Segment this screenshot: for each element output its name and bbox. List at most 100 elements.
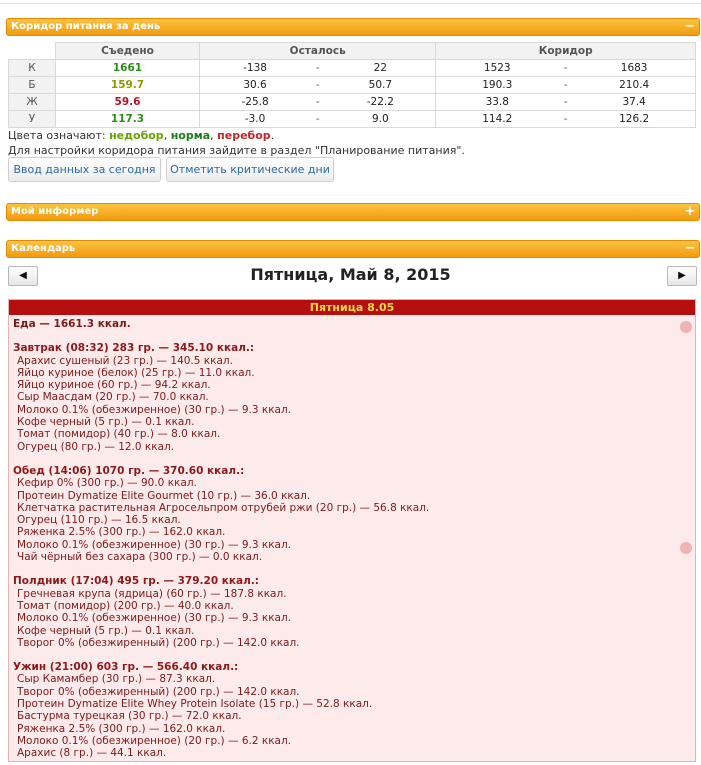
range-dash: -: [310, 59, 326, 77]
food-item: Творог 0% (обезжиренный) (200 гр.) — 142…: [17, 685, 300, 698]
range-dash: -: [310, 110, 326, 128]
calendar-panel-header[interactable]: Календарь −: [6, 240, 700, 258]
food-item: Протеин Dymatize Elite Gourmet (10 гр.) …: [17, 489, 311, 502]
settings-hint: Для настройки коридора питания зайдите в…: [8, 144, 465, 157]
informer-panel-header[interactable]: Мой информер +: [6, 203, 700, 221]
expand-icon[interactable]: +: [684, 205, 696, 218]
enter-today-button[interactable]: Ввод данных за сегодня: [8, 157, 161, 182]
corridor-min-value: 1523: [435, 59, 559, 77]
range-dash: -: [310, 93, 326, 111]
eaten-value: 117.3: [55, 110, 200, 128]
corridor-max-value: 37.4: [573, 93, 697, 111]
corridor-row: К 1661 -138-22 1523-1683: [8, 59, 697, 77]
day-header: Пятница 8.05: [9, 300, 695, 315]
food-item: Арахис (8 гр.) — 44.1 ккал.: [17, 747, 167, 760]
meal-block: Завтрак (08:32) 283 гр. — 345.10 ккал.: А…: [13, 342, 691, 453]
collapse-icon[interactable]: −: [684, 20, 696, 33]
meal-block: Ужин (21:00) 603 гр. — 566.40 ккал.: Сыр …: [13, 661, 691, 759]
legend-under: недобор: [109, 129, 164, 142]
collapse-icon[interactable]: −: [684, 242, 696, 255]
mark-critical-days-button[interactable]: Отметить критические дни: [166, 157, 334, 182]
food-item: Бастурма турецкая (30 гр.) — 72.0 ккал.: [17, 710, 242, 723]
corridor-body: К 1661 -138-22 1523-1683 Б 159.7 30.6-50.7 190.…: [8, 59, 697, 128]
food-item: Кофе черный (5 гр.) — 0.1 ккал.: [17, 416, 195, 429]
corridor-min-value: 33.8: [435, 93, 559, 111]
meal-heading: Обед (14:06) 1070 гр. — 370.60 ккал.:: [13, 464, 245, 477]
left-min-value: 30.6: [199, 76, 311, 94]
meal-block: Полдник (17:04) 495 гр. — 379.20 ккал.: Г…: [13, 575, 691, 649]
left-min-value: -3.0: [199, 110, 311, 128]
header-left: Осталось: [198, 42, 437, 60]
food-item: Клетчатка растительная Агросельпром отру…: [17, 501, 430, 514]
food-item: Протеин Dymatize Elite Whey Protein Isol…: [17, 698, 373, 711]
range-dash: -: [558, 76, 574, 94]
food-item: Молоко 0.1% (обезжиренное) (30 гр.) — 9.…: [17, 612, 292, 625]
corridor-table: Съедено Осталось Коридор К 1661 -138-22 152…: [8, 42, 697, 128]
corridor-panel-title: Коридор питания за день: [11, 21, 161, 32]
corridor-max-value: 1683: [573, 59, 697, 77]
food-item: Ряженка 2.5% (300 гр.) — 162.0 ккал.: [17, 526, 226, 539]
left-min-value: -25.8: [199, 93, 311, 111]
corridor-row: Ж 59.6 -25.8- -22.2 33.8-37.4: [8, 93, 697, 111]
header-corridor: Коридор: [435, 42, 696, 60]
corridor-min-value: 190.3: [435, 76, 559, 94]
color-legend: Цвета означают: недобор, норма, перебор.: [8, 129, 275, 142]
food-item: Гречневая крупа (ядрица) (60 гр.) — 187.…: [17, 587, 287, 600]
food-item: Томат (помидор) (40 гр.) — 8.0 ккал.: [17, 428, 221, 441]
fist-icon[interactable]: [680, 542, 692, 554]
day-entry-box: Пятница 8.05 Еда — 1661.3 ккал. Завтрак …: [8, 299, 696, 762]
food-item: Ряженка 2.5% (300 гр.) — 162.0 ккал.: [17, 722, 226, 735]
food-item: Огурец (110 гр.) — 16.5 ккал.: [17, 514, 181, 527]
food-item: Творог 0% (обезжиренный) (200 гр.) — 142…: [17, 636, 300, 649]
legend-norm: норма: [170, 129, 211, 142]
food-item: Арахис сушеный (23 гр.) — 140.5 ккал.: [17, 354, 233, 367]
meal-block: Обед (14:06) 1070 гр. — 370.60 ккал.: Кеф…: [13, 465, 691, 563]
corridor-max-value: 210.4: [573, 76, 697, 94]
day-body: Еда — 1661.3 ккал. Завтрак (08:32) 283 г…: [9, 315, 695, 765]
meal-heading: Полдник (17:04) 495 гр. — 379.20 ккал.:: [13, 575, 260, 588]
food-item: Яйцо куриное (белок) (25 гр.) — 11.0 кка…: [17, 366, 255, 379]
fist-icon[interactable]: [680, 321, 692, 333]
arrow-right-icon: ▶: [678, 270, 686, 281]
header-eaten: Съедено: [55, 42, 200, 60]
calendar-date-title: Пятница, Май 8, 2015: [250, 265, 451, 284]
eaten-value: 59.6: [55, 93, 200, 111]
range-dash: -: [558, 59, 574, 77]
left-max-value: 22: [325, 59, 437, 77]
corridor-row: Б 159.7 30.6-50.7 190.3-210.4: [8, 76, 697, 94]
top-divider: [0, 0, 701, 4]
eaten-value: 1661: [55, 59, 200, 77]
food-item: Молоко 0.1% (обезжиренное) (20 гр.) — 6.…: [17, 734, 292, 747]
corner-cell: [8, 42, 56, 60]
left-max-value: 50.7: [325, 76, 437, 94]
informer-panel-title: Мой информер: [11, 206, 99, 217]
range-dash: -: [310, 76, 326, 94]
meal-heading: Ужин (21:00) 603 гр. — 566.40 ккал.:: [13, 661, 239, 674]
row-label: К: [8, 59, 56, 77]
food-item: Огурец (80 гр.) — 12.0 ккал.: [17, 440, 175, 453]
corridor-panel-header[interactable]: Коридор питания за день −: [6, 18, 700, 36]
food-item: Яйцо куриное (60 гр.) — 94.2 ккал.: [17, 379, 211, 392]
food-item: Чай чёрный без сахара (300 гр.) — 0.0 кк…: [17, 551, 263, 564]
range-dash: -: [558, 110, 574, 128]
next-day-button[interactable]: ▶: [667, 266, 697, 286]
row-label: Б: [8, 76, 56, 94]
legend-over: перебор: [217, 129, 271, 142]
food-item: Томат (помидор) (200 гр.) — 40.0 ккал.: [17, 599, 234, 612]
food-item: Сыр Маасдам (20 гр.) — 70.0 ккал.: [17, 391, 209, 404]
meal-heading: Завтрак (08:32) 283 гр. — 345.10 ккал.:: [13, 342, 255, 355]
food-item: Молоко 0.1% (обезжиренное) (30 гр.) — 9.…: [17, 403, 292, 416]
row-label: Ж: [8, 93, 56, 111]
corridor-max-value: 126.2: [573, 110, 697, 128]
food-item: Кефир 0% (300 гр.) — 90.0 ккал.: [17, 477, 197, 490]
left-min-value: -138: [199, 59, 311, 77]
corridor-header-row: Съедено Осталось Коридор: [8, 42, 696, 60]
row-label: У: [8, 110, 56, 128]
food-item: Сыр Камамбер (30 гр.) — 87.3 ккал.: [17, 673, 216, 686]
range-dash: -: [558, 93, 574, 111]
left-max-value: -22.2: [325, 93, 437, 111]
left-max-value: 9.0: [325, 110, 437, 128]
eaten-value: 159.7: [55, 76, 200, 94]
calendar-panel-title: Календарь: [11, 243, 76, 254]
day-total: Еда — 1661.3 ккал.: [13, 318, 131, 330]
